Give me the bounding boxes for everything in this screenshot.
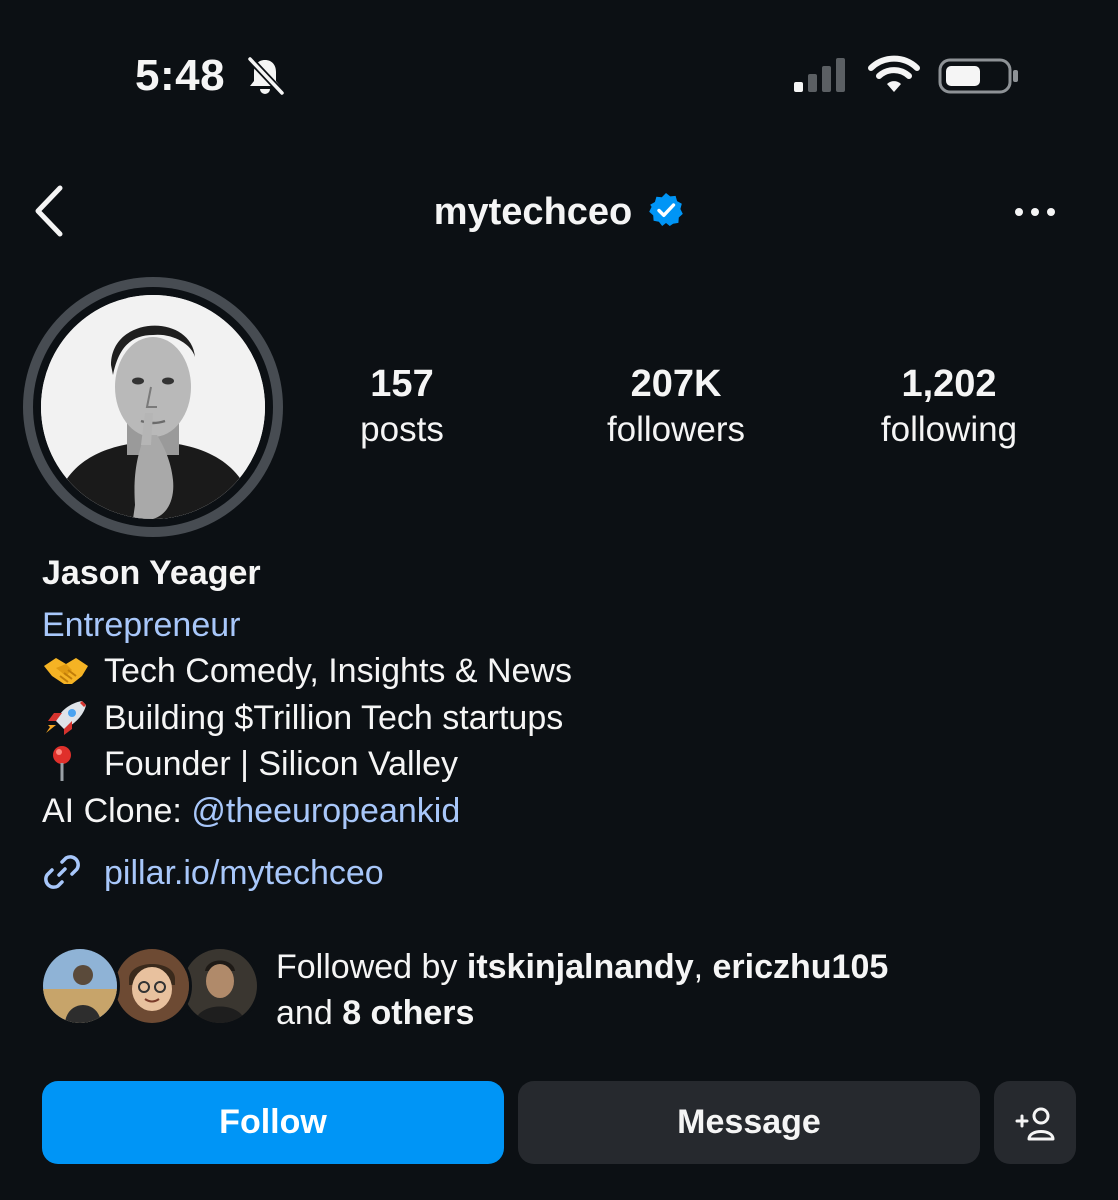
- profile-name: Jason Yeager: [42, 554, 261, 592]
- mutual-follower-name: itskinjalnandy: [466, 948, 694, 986]
- ai-clone-line: AI Clone: @theeuropeankid: [42, 790, 460, 832]
- signal-icon: [794, 58, 845, 92]
- followed-by-and: and: [276, 994, 343, 1032]
- message-button[interactable]: Message: [518, 1081, 980, 1164]
- more-options-icon[interactable]: [1012, 198, 1058, 226]
- followers-count: 207K: [630, 363, 722, 405]
- profile-link[interactable]: pillar.io/mytechceo: [42, 852, 384, 894]
- followed-by-others: 8 others: [342, 994, 475, 1032]
- profile-photo: [41, 295, 265, 519]
- ai-clone-mention[interactable]: @theeuropeankid: [191, 792, 460, 830]
- avatar[interactable]: [41, 295, 265, 519]
- rocket-icon: [46, 701, 86, 735]
- link-icon: [44, 855, 80, 889]
- status-time: 5:48: [135, 51, 226, 100]
- following-label: following: [880, 410, 1018, 449]
- bell-slash-icon: [247, 56, 285, 96]
- add-person-icon: [1015, 1107, 1055, 1140]
- stat-followers[interactable]: 207K followers: [556, 360, 796, 452]
- following-count: 1,202: [901, 363, 997, 405]
- mutual-follower-name: ericzhu105: [712, 948, 889, 986]
- posts-count: 157: [370, 363, 434, 405]
- follower-avatar[interactable]: [112, 946, 192, 1026]
- bio-text-1: Tech Comedy, Insights & News: [104, 652, 572, 690]
- follower-avatar[interactable]: [40, 946, 120, 1026]
- stat-posts[interactable]: 157 posts: [282, 360, 522, 452]
- posts-label: posts: [360, 410, 444, 449]
- ai-clone-label: AI Clone:: [42, 792, 192, 830]
- bio-line: Founder | Silicon Valley: [42, 743, 458, 785]
- round-pushpin-icon: [53, 746, 71, 781]
- bio-text-2: Building $Trillion Tech startups: [104, 699, 564, 737]
- handshake-icon: [44, 658, 88, 684]
- battery-icon: [938, 58, 1018, 94]
- bio-line: Building $Trillion Tech startups: [42, 697, 563, 739]
- follower-avatar[interactable]: [180, 946, 260, 1026]
- verified-badge-icon: [649, 193, 684, 226]
- suggest-people-button[interactable]: [994, 1081, 1076, 1164]
- followers-label: followers: [606, 410, 746, 449]
- follow-button[interactable]: Follow: [42, 1081, 504, 1164]
- bio-line: Tech Comedy, Insights & News: [42, 650, 572, 692]
- followed-by-prefix: Followed by: [276, 948, 467, 986]
- bio-text-3: Founder | Silicon Valley: [104, 745, 459, 783]
- wifi-icon: [868, 55, 920, 92]
- profile-category[interactable]: Entrepreneur: [42, 604, 240, 646]
- username-text: mytechceo: [433, 191, 633, 233]
- stat-following[interactable]: 1,202 following: [829, 360, 1069, 452]
- profile-username-header: mytechceo: [0, 190, 1118, 234]
- profile-link-text: pillar.io/mytechceo: [104, 854, 384, 892]
- followed-by-text[interactable]: Followed by itskinjalnandy, ericzhu105 a…: [276, 944, 888, 1036]
